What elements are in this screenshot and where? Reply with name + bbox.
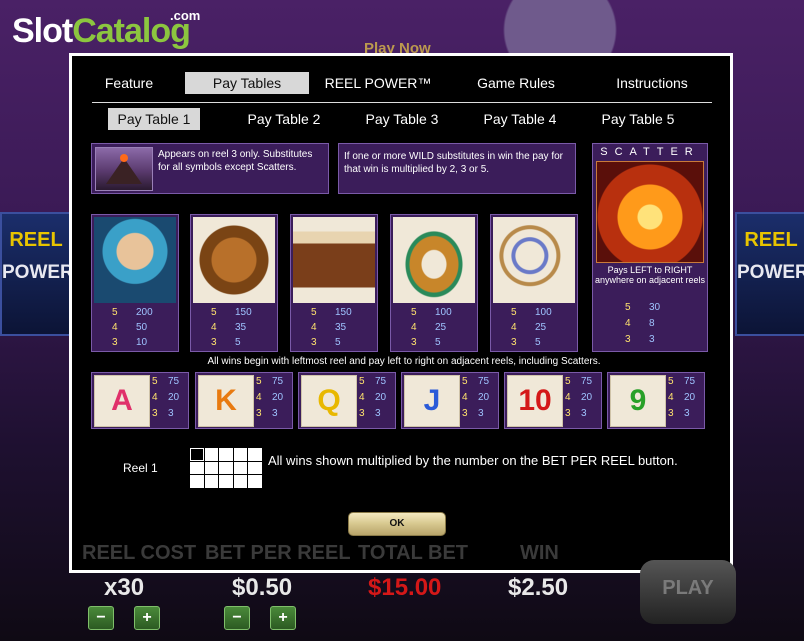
pay-row: 4 25	[411, 322, 447, 333]
card-k-icon: K	[198, 375, 254, 427]
reel-cost-minus-button[interactable]: −	[88, 606, 114, 630]
card-pays: 5 75 4 20 33	[668, 376, 696, 419]
pay-row: 35	[311, 337, 341, 348]
all-wins-note: All wins begin with leftmost reel and pa…	[207, 356, 601, 367]
tab-game-rules[interactable]: Game Rules	[466, 72, 566, 94]
card-symbol-j: J 5 75 4 20 33	[401, 372, 499, 429]
pay-row: 33	[625, 334, 655, 345]
volcano-wild-icon	[95, 147, 153, 191]
reel-cost-label: REEL COST	[82, 542, 197, 564]
card-pays: 5 75 4 20 33	[462, 376, 490, 419]
multiplied-note: All wins shown multiplied by the number …	[268, 453, 678, 468]
pay-row: 4 35	[311, 322, 347, 333]
symbol-card-warrior: 5 200 4 50 3 10	[91, 214, 179, 352]
win-value: $2.50	[508, 574, 569, 601]
subtab-pay-table-1[interactable]: Pay Table 1	[108, 108, 200, 130]
ok-button[interactable]: OK	[348, 512, 446, 536]
card-symbol-a: A 5 75 4 20 33	[91, 372, 189, 429]
card-j-icon: J	[404, 375, 460, 427]
drum-icon	[293, 217, 375, 303]
pay-row: 35	[211, 337, 241, 348]
card-q-icon: Q	[301, 375, 357, 427]
tab-reel-power[interactable]: REEL POWER™	[324, 72, 432, 94]
play-button[interactable]: PLAY	[640, 560, 736, 624]
pay-row: 35	[511, 337, 541, 348]
tab-feature[interactable]: Feature	[92, 72, 166, 94]
reel-power-panel-left: REEL POWER	[0, 212, 74, 336]
subtab-pay-table-3[interactable]: Pay Table 3	[358, 108, 446, 130]
reel-grid-diagram	[190, 448, 262, 488]
amulet-icon	[493, 217, 575, 303]
pay-row: 5 200	[112, 307, 153, 318]
bet-per-reel-minus-button[interactable]: −	[224, 606, 250, 630]
pay-row: 4 25	[511, 322, 547, 333]
pay-row: 5 150	[311, 307, 352, 318]
total-bet-value: $15.00	[368, 574, 442, 601]
symbol-card-amulet: 5 100 4 25 35	[490, 214, 578, 352]
golden-idol-icon	[193, 217, 275, 303]
card-pays: 5 75 4 20 33	[359, 376, 387, 419]
card-10-icon: 10	[507, 375, 563, 427]
total-bet-label: TOTAL BET	[358, 542, 468, 564]
pay-row: 4 50	[112, 322, 148, 333]
reel-label: Reel 1	[123, 461, 158, 475]
bet-per-reel-label: BET PER REEL	[205, 542, 351, 564]
subtab-pay-table-5[interactable]: Pay Table 5	[594, 108, 682, 130]
wild-multiplier-description: If one or more WILD substitutes in win t…	[344, 151, 563, 175]
pay-row: 5 30	[625, 302, 661, 313]
help-tabs: Feature Pay Tables REEL POWER™ Game Rule…	[92, 72, 712, 103]
reel-power-subtitle: POWER	[2, 262, 74, 283]
pay-row: 3 10	[112, 337, 148, 348]
card-symbol-10: 10 5 75 4 20 33	[504, 372, 602, 429]
bracelet-icon	[393, 217, 475, 303]
tab-instructions[interactable]: Instructions	[602, 72, 702, 94]
bet-per-reel-plus-button[interactable]: +	[270, 606, 296, 630]
card-pays: 5 75 4 20 33	[152, 376, 180, 419]
win-label: WIN	[520, 542, 559, 564]
reel-power-subtitle: POWER	[737, 262, 804, 283]
reel-power-panel-right: REEL POWER	[735, 212, 804, 336]
card-symbol-q: Q 5 75 4 20 33	[298, 372, 396, 429]
wild-description: Appears on reel 3 only. Substitutes for …	[158, 149, 313, 173]
reel-cost-value: x30	[104, 574, 145, 601]
pay-row: 5 100	[411, 307, 452, 318]
symbol-card-drum: 5 150 4 35 35	[290, 214, 378, 352]
reel-power-title: REEL	[9, 229, 63, 251]
tab-pay-tables[interactable]: Pay Tables	[185, 72, 309, 94]
logo-text-slot: Slot	[12, 12, 73, 50]
scatter-card: SCATTER Pays LEFT to RIGHT anywhere on a…	[592, 143, 708, 352]
symbol-card-bracelet: 5 100 4 25 35	[390, 214, 478, 352]
reel-cost-plus-button[interactable]: +	[134, 606, 160, 630]
pay-row: 35	[411, 337, 441, 348]
subtab-pay-table-2[interactable]: Pay Table 2	[240, 108, 328, 130]
card-9-icon: 9	[610, 375, 666, 427]
bet-per-reel-value: $0.50	[232, 574, 293, 601]
pay-row: 5 150	[211, 307, 252, 318]
scatter-pays: 5 30 48 33	[593, 144, 707, 351]
pay-row: 4 35	[211, 322, 247, 333]
wild-info-box: Appears on reel 3 only. Substitutes for …	[91, 143, 329, 194]
subtab-pay-table-4[interactable]: Pay Table 4	[476, 108, 564, 130]
paytable-dialog: Feature Pay Tables REEL POWER™ Game Rule…	[69, 53, 733, 573]
card-symbol-k: K 5 75 4 20 33	[195, 372, 293, 429]
pay-row: 48	[625, 318, 655, 329]
paytable-subtabs: Pay Table 1 Pay Table 2 Pay Table 3 Pay …	[92, 108, 712, 132]
aztec-warrior-icon	[94, 217, 176, 303]
reel-power-title: REEL	[744, 229, 798, 251]
card-pays: 5 75 4 20 33	[256, 376, 284, 419]
card-symbol-9: 9 5 75 4 20 33	[607, 372, 705, 429]
symbol-card-idol: 5 150 4 35 35	[190, 214, 278, 352]
card-a-icon: A	[94, 375, 150, 427]
logo-text-com: .com	[170, 8, 201, 23]
wild-multiplier-box: If one or more WILD substitutes in win t…	[338, 143, 576, 194]
card-pays: 5 75 4 20 33	[565, 376, 593, 419]
pay-row: 5 100	[511, 307, 552, 318]
slotcatalog-logo: SlotCatalog .com	[12, 8, 200, 51]
